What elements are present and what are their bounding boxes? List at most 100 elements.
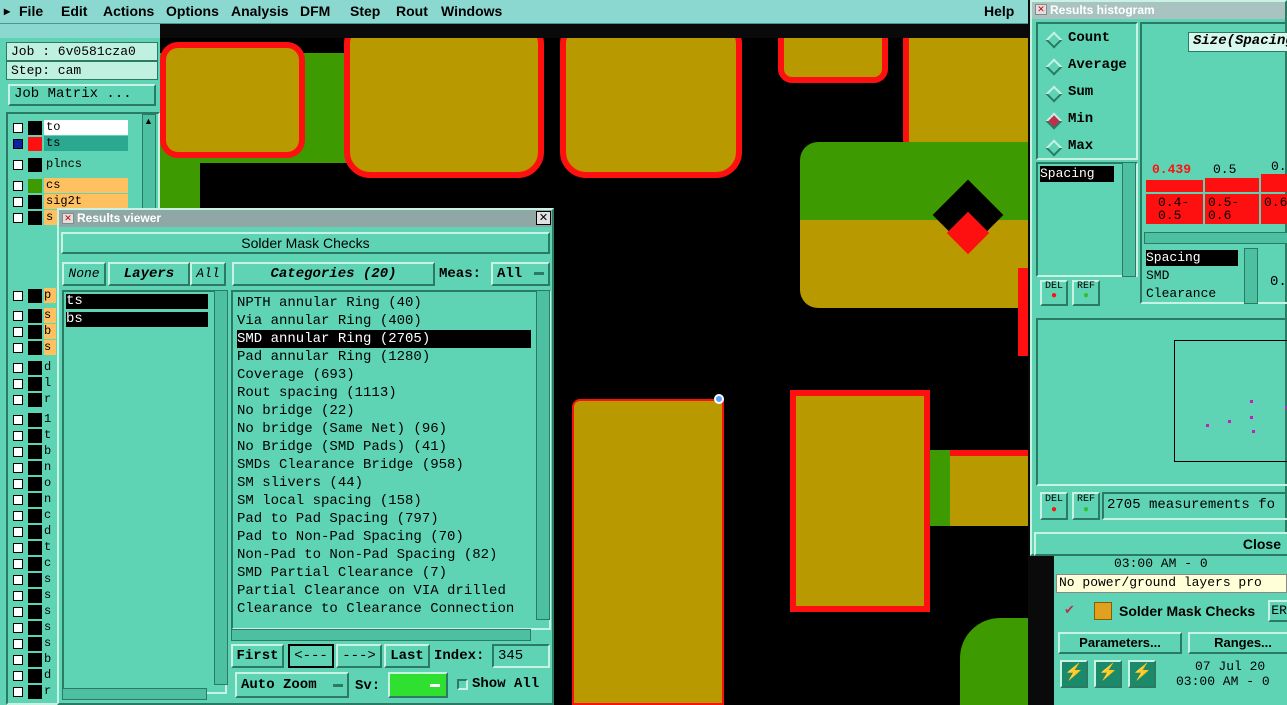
layer-checkbox[interactable] <box>13 543 23 553</box>
close-icon[interactable]: ✕ <box>536 211 551 225</box>
menu-help[interactable]: Help <box>984 3 1014 19</box>
layer-list-hscroll[interactable] <box>62 688 207 700</box>
layer-checkbox[interactable] <box>13 311 23 321</box>
histogram-bar[interactable] <box>1146 180 1203 192</box>
layer-row[interactable]: plncs <box>10 157 130 173</box>
checklist-heading[interactable]: Solder Mask Checks <box>61 232 550 254</box>
category-hscroll[interactable] <box>231 629 531 641</box>
layer-checkbox[interactable] <box>13 511 23 521</box>
run-icon[interactable]: ⚡ <box>1128 660 1156 688</box>
layer-checkbox[interactable] <box>13 415 23 425</box>
layer-checkbox[interactable] <box>13 655 23 665</box>
ref-button[interactable]: REF ● <box>1072 492 1100 520</box>
index-input[interactable]: 345 <box>492 644 550 668</box>
category-item[interactable]: Partial Clearance on VIA drilled <box>237 582 506 600</box>
layer-checkbox[interactable] <box>13 395 23 405</box>
del-button[interactable]: DEL ● <box>1040 492 1068 520</box>
run-icon[interactable]: ⚡ <box>1094 660 1122 688</box>
category-item[interactable]: No bridge (Same Net) (96) <box>237 420 447 438</box>
category-item[interactable]: SMD Partial Clearance (7) <box>237 564 447 582</box>
show-all-checkbox[interactable] <box>457 679 468 690</box>
layer-row[interactable]: ts <box>10 136 130 152</box>
close-button[interactable]: Close <box>1034 532 1287 556</box>
list-item[interactable]: Clearance <box>1146 286 1216 304</box>
ref-button[interactable]: REF ● <box>1072 280 1100 306</box>
layer-checkbox[interactable] <box>13 363 23 373</box>
menu-windows[interactable]: Windows <box>441 3 502 19</box>
layer-checkbox[interactable] <box>13 213 23 223</box>
category-item[interactable]: Coverage (693) <box>237 366 355 384</box>
category-item[interactable]: Pad to Non-Pad Spacing (70) <box>237 528 464 546</box>
menu-file[interactable]: File <box>19 3 43 19</box>
left-list-scrollbar[interactable] <box>1122 162 1136 277</box>
category-item[interactable]: SM slivers (44) <box>237 474 363 492</box>
layer-checkbox[interactable] <box>13 197 23 207</box>
layer-checkbox[interactable] <box>13 591 23 601</box>
histogram-bar[interactable] <box>1261 174 1287 192</box>
right-list[interactable]: Spacing SMD Clearance <box>1146 250 1246 304</box>
all-button[interactable]: All <box>190 262 226 286</box>
category-item[interactable]: No bridge (22) <box>237 402 355 420</box>
menu-dfm[interactable]: DFM <box>300 3 330 19</box>
layer-result-list[interactable]: ts bs <box>62 290 227 694</box>
prev-button[interactable]: <--- <box>288 644 334 668</box>
menu-analysis[interactable]: Analysis <box>231 3 289 19</box>
next-button[interactable]: ---> <box>336 644 382 668</box>
right-list-scrollbar[interactable] <box>1244 248 1258 304</box>
layer-checkbox[interactable] <box>13 623 23 633</box>
none-button[interactable]: None <box>62 262 106 286</box>
category-list[interactable]: NPTH annular Ring (40) Via annular Ring (… <box>231 290 551 630</box>
layer-checkbox[interactable] <box>13 479 23 489</box>
layer-checkbox[interactable] <box>13 139 23 149</box>
histogram-bar[interactable] <box>1205 178 1259 192</box>
del-button[interactable]: DEL ● <box>1040 280 1068 306</box>
menu-rout[interactable]: Rout <box>396 3 428 19</box>
scroll-up-icon[interactable]: ▲ <box>144 116 153 126</box>
ranges-button[interactable]: Ranges... <box>1188 632 1287 654</box>
layer-checkbox[interactable] <box>13 181 23 191</box>
list-item[interactable]: Spacing <box>1040 166 1114 182</box>
category-item[interactable]: Clearance to Clearance Connection <box>237 600 514 618</box>
category-item[interactable]: Non-Pad to Non-Pad Spacing (82) <box>237 546 497 564</box>
list-item[interactable]: ts <box>66 294 208 309</box>
auto-zoom-dropdown[interactable]: Auto Zoom <box>235 672 349 698</box>
layers-button[interactable]: Layers <box>108 262 190 286</box>
menu-options[interactable]: Options <box>166 3 219 19</box>
category-item[interactable]: SM local spacing (158) <box>237 492 422 510</box>
erf-button[interactable]: ERF <box>1268 600 1287 622</box>
results-viewer-titlebar[interactable]: Results viewer <box>59 210 552 227</box>
run-icon[interactable]: ⚡ <box>1060 660 1088 688</box>
category-item[interactable]: Via annular Ring (400) <box>237 312 422 330</box>
list-item[interactable]: SMD <box>1146 268 1169 286</box>
layer-row[interactable]: to <box>10 120 130 136</box>
category-item[interactable]: SMD annular Ring (2705) <box>237 330 531 348</box>
last-button[interactable]: Last <box>384 644 430 668</box>
category-item[interactable]: SMDs Clearance Bridge (958) <box>237 456 464 474</box>
mode-radio-count[interactable] <box>1045 31 1063 49</box>
mode-radio-min[interactable] <box>1045 112 1063 130</box>
first-button[interactable]: First <box>231 644 284 668</box>
layer-checkbox[interactable] <box>13 639 23 649</box>
category-item[interactable]: Pad to Pad Spacing (797) <box>237 510 439 528</box>
layer-list-scrollbar[interactable] <box>214 290 228 685</box>
category-item[interactable]: Rout spacing (1113) <box>237 384 397 402</box>
mode-radio-sum[interactable] <box>1045 85 1063 103</box>
layer-checkbox[interactable] <box>13 687 23 697</box>
layer-checkbox[interactable] <box>13 575 23 585</box>
menu-edit[interactable]: Edit <box>61 3 87 19</box>
parameters-button[interactable]: Parameters... <box>1058 632 1182 654</box>
mode-radio-average[interactable] <box>1045 58 1063 76</box>
layer-checkbox[interactable] <box>13 160 23 170</box>
category-scrollbar[interactable] <box>536 290 550 620</box>
histogram-titlebar[interactable]: Results histogram <box>1032 2 1285 19</box>
layer-checkbox[interactable] <box>13 527 23 537</box>
menu-actions[interactable]: Actions <box>103 3 154 19</box>
list-item[interactable]: Spacing <box>1146 250 1238 266</box>
sv-color-dropdown[interactable] <box>388 672 448 698</box>
layer-checkbox[interactable] <box>13 463 23 473</box>
layer-row[interactable]: cs <box>10 178 130 194</box>
layer-checkbox[interactable] <box>13 671 23 681</box>
category-item[interactable]: No Bridge (SMD Pads) (41) <box>237 438 447 456</box>
list-item[interactable]: bs <box>66 312 208 327</box>
layer-checkbox[interactable] <box>13 327 23 337</box>
